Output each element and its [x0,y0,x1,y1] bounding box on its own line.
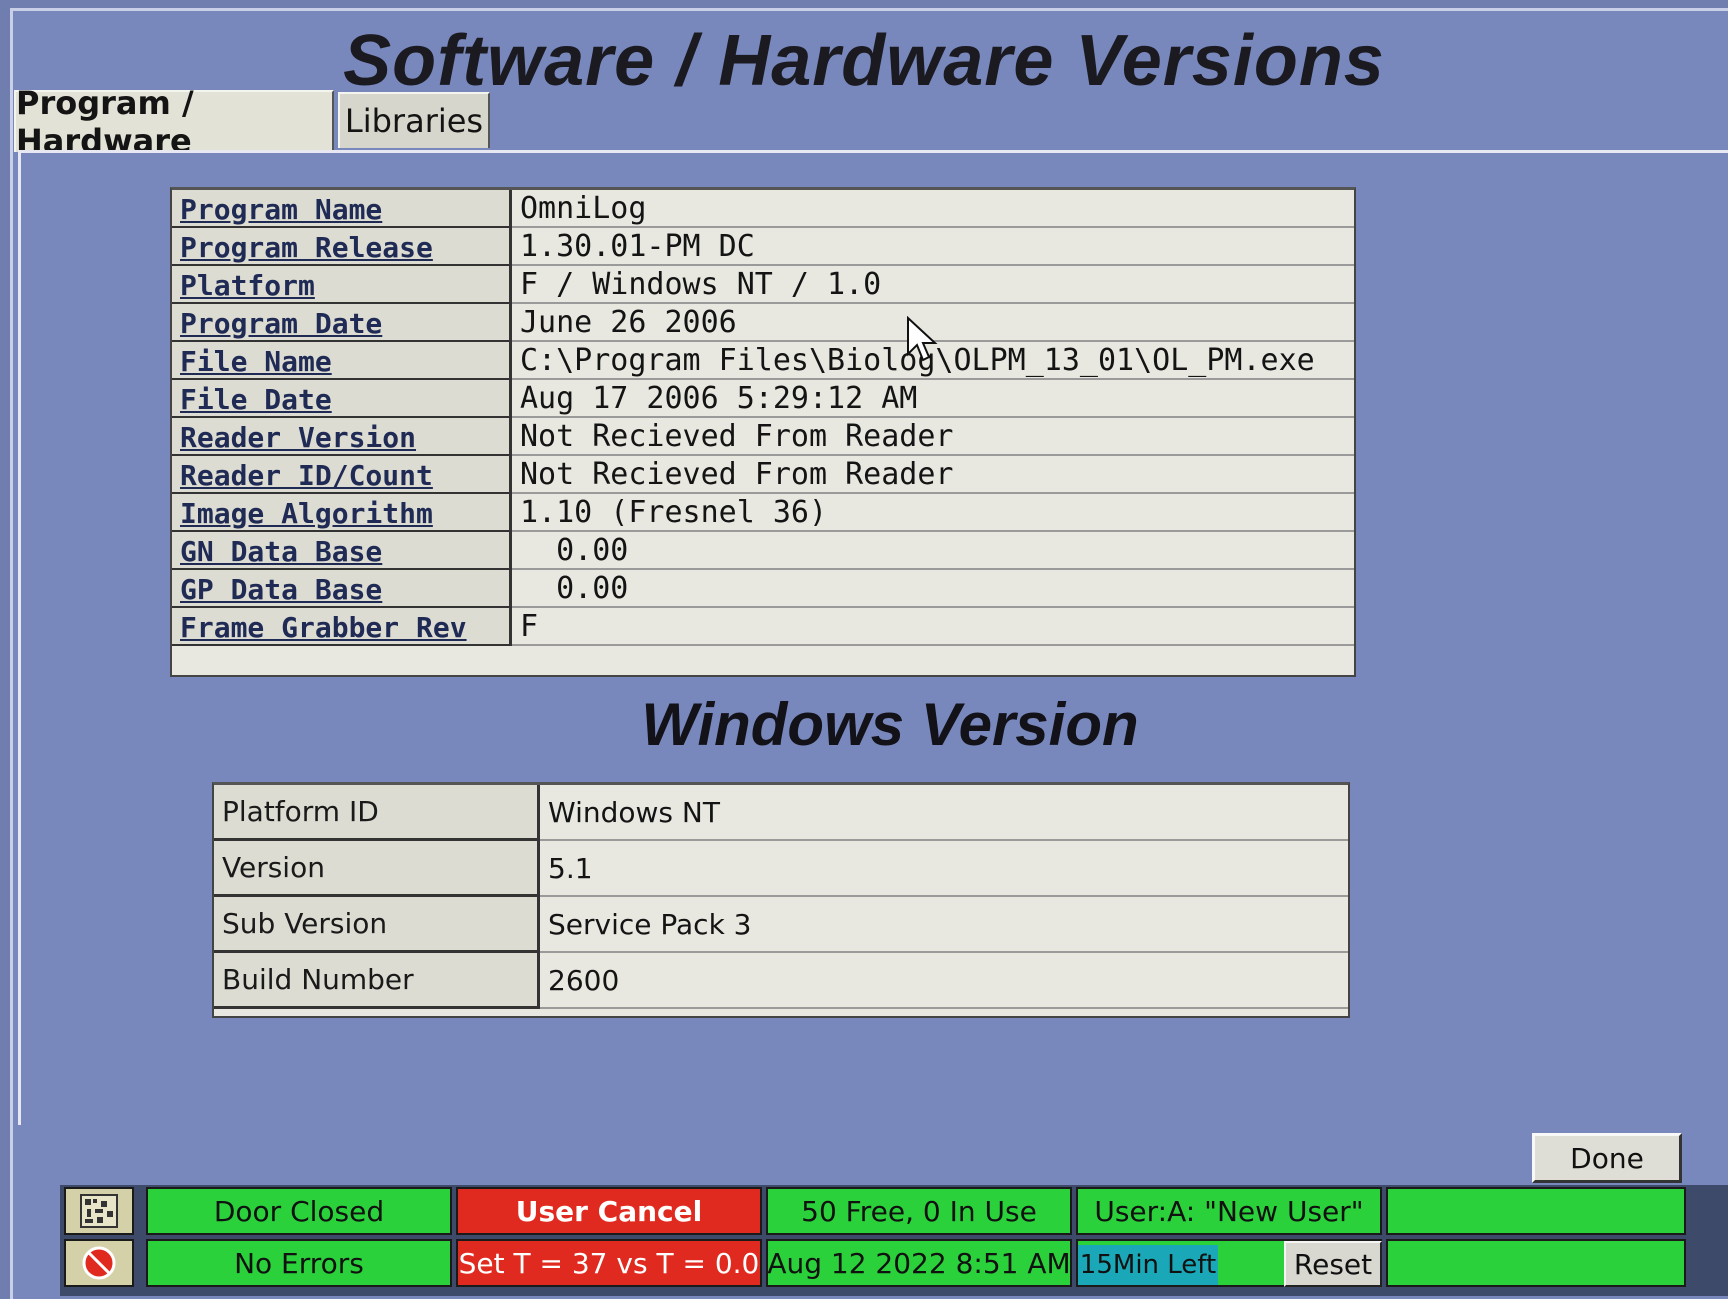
barcode-icon [64,1187,134,1235]
grid-row: Platform F / Windows NT / 1.0 [172,266,1354,304]
row-value: 1.10 (Fresnel 36) [512,494,1354,532]
row-value: 1.30.01-PM DC [512,228,1354,266]
row-label: File Date [172,380,512,418]
grid-row: GN Data Base 0.00 [172,532,1354,570]
windows-version-heading: Windows Version [641,691,1139,758]
grid-row: Reader Version Not Recieved From Reader [172,418,1354,456]
row-value: F / Windows NT / 1.0 [512,266,1354,304]
row-value: 5.1 [540,841,1348,897]
row-value: Not Recieved From Reader [512,418,1354,456]
grid-row: Frame Grabber Rev F [172,608,1354,646]
row-label: Image Algorithm [172,494,512,532]
grid-row: Image Algorithm 1.10 (Fresnel 36) [172,494,1354,532]
reset-button[interactable]: Reset [1284,1241,1382,1287]
done-button[interactable]: Done [1532,1133,1682,1183]
plate-slots-status: 50 Free, 0 In Use [766,1187,1072,1235]
row-label: Platform [172,266,512,304]
time-left-indicator: 15Min Left [1078,1245,1218,1285]
row-label: Sub Version [214,897,540,953]
row-value: Aug 17 2006 5:29:12 AM [512,380,1354,418]
row-label: Reader Version [172,418,512,456]
row-label: GN Data Base [172,532,512,570]
row-label: Reader ID/Count [172,456,512,494]
grid-empty-row [172,646,1354,674]
row-label: Build Number [214,953,540,1009]
grid-row: Sub Version Service Pack 3 [214,897,1348,953]
error-status: No Errors [146,1239,452,1287]
row-value: Windows NT [540,785,1348,841]
row-label: Platform ID [214,785,540,841]
grid-row: Program Name OmniLog [172,190,1354,228]
row-value: Service Pack 3 [540,897,1348,953]
grid-row: Platform ID Windows NT [214,785,1348,841]
row-value: OmniLog [512,190,1354,228]
stop-sign-icon [64,1239,134,1287]
grid-row: Program Release 1.30.01-PM DC [172,228,1354,266]
temperature-status: Set T = 37 vs T = 0.0 [456,1239,762,1287]
row-value: Not Recieved From Reader [512,456,1354,494]
row-label: GP Data Base [172,570,512,608]
grid-row: Build Number 2600 [214,953,1348,1009]
row-label: Program Date [172,304,512,342]
status-bar: Door Closed User Cancel 50 Free, 0 In Us… [60,1185,1728,1296]
row-value: 2600 [540,953,1348,1009]
row-label: Frame Grabber Rev [172,608,512,646]
tab-libraries[interactable]: Libraries [338,92,490,148]
grid-row: File Date Aug 17 2006 5:29:12 AM [172,380,1354,418]
row-label: File Name [172,342,512,380]
tab-program-hardware[interactable]: Program / Hardware [14,84,334,160]
date-time-status: Aug 12 2022 8:51 AM [766,1239,1072,1287]
status-empty-cell [1386,1239,1686,1287]
user-cancel-button[interactable]: User Cancel [456,1187,762,1235]
grid-row: File Name C:\Program Files\Biolog\OLPM_13… [172,342,1354,380]
row-value: F [512,608,1354,646]
row-value: 0.00 [512,532,1354,570]
current-user-status: User:A: "New User" [1076,1187,1382,1235]
program-info-grid: Program Name OmniLog Program Release 1.30.… [170,187,1356,677]
row-label: Version [214,841,540,897]
windows-version-grid: Platform ID Windows NT Version 5.1 Sub Ver… [212,782,1350,1018]
row-label: Program Name [172,190,512,228]
row-value: 0.00 [512,570,1354,608]
status-empty-cell [1386,1187,1686,1235]
mouse-pointer-icon [907,316,938,362]
grid-row: Program Date June 26 2006 [172,304,1354,342]
grid-row: Version 5.1 [214,841,1348,897]
grid-row: Reader ID/Count Not Recieved From Reader [172,456,1354,494]
grid-row: GP Data Base 0.00 [172,570,1354,608]
door-status: Door Closed [146,1187,452,1235]
row-label: Program Release [172,228,512,266]
